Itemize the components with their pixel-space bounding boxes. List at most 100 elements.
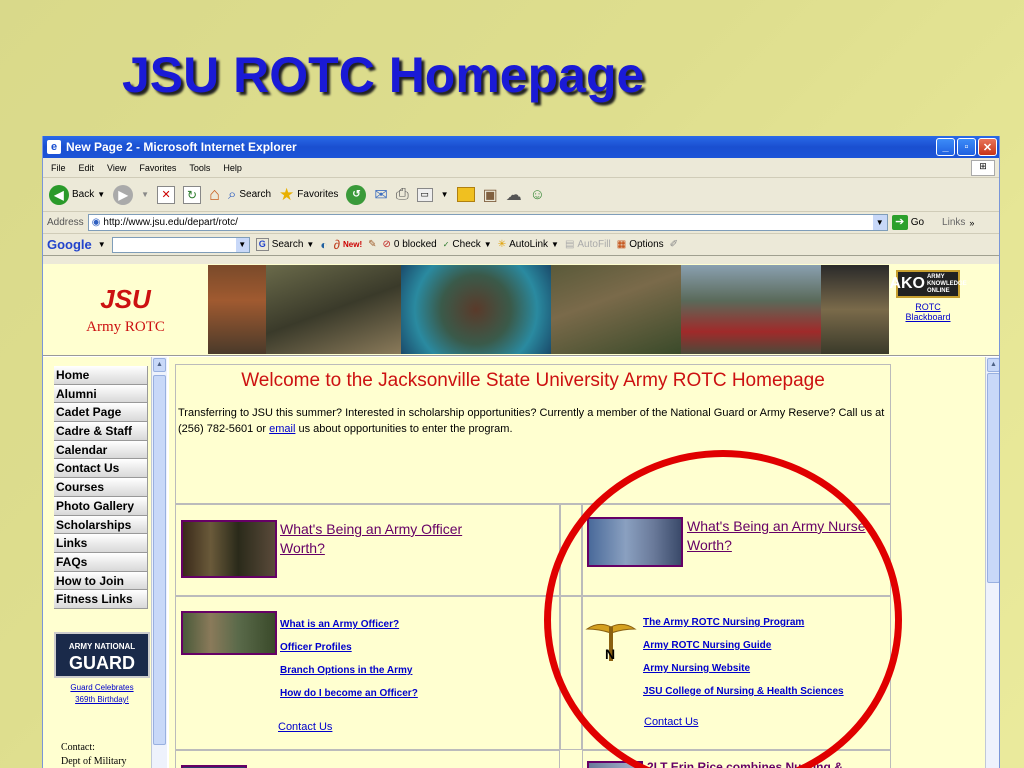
address-input[interactable]: ◉ http://www.jsu.edu/depart/rotc/ ▼ — [87, 214, 888, 231]
officer-link-branch[interactable]: Branch Options in the Army — [280, 665, 418, 676]
home-icon[interactable]: ⌂ — [209, 184, 220, 205]
pencil-icon[interactable]: ✐ — [670, 239, 678, 250]
chevron-down-icon[interactable]: ▼ — [872, 215, 887, 230]
nursing-link-guide[interactable]: Army ROTC Nursing Guide — [643, 640, 844, 651]
menu-tools[interactable]: Tools — [189, 163, 210, 173]
search-button[interactable]: ⌕ Search — [228, 186, 271, 203]
options-button[interactable]: ▦ Options — [617, 239, 664, 250]
research-icon[interactable]: ▣ — [483, 185, 498, 205]
mail-icon[interactable]: ✉ — [374, 185, 387, 205]
chevron-down-icon[interactable]: ▼ — [98, 240, 106, 249]
officer-link-how[interactable]: How do I become an Officer? — [280, 688, 418, 699]
national-guard-logo[interactable]: ARMY NATIONAL GUARD — [54, 632, 150, 678]
popup-blocker-button[interactable]: ⊘ 0 blocked — [383, 239, 437, 250]
chevron-down-icon[interactable]: ▼ — [235, 237, 249, 252]
left-scrollbar[interactable]: ▲ — [151, 357, 167, 768]
nav-item-faqs[interactable]: FAQs — [54, 552, 148, 572]
officer-link-profiles[interactable]: Officer Profiles — [280, 642, 418, 653]
nurses-photo[interactable] — [587, 517, 683, 567]
google-logo[interactable]: Google — [47, 237, 92, 252]
nav-item-photo-gallery[interactable]: Photo Gallery — [54, 496, 148, 516]
forward-button[interactable]: ▶ — [113, 184, 134, 205]
pagerank-icon[interactable]: ◐ — [320, 238, 327, 252]
news-icon: ∂ — [333, 237, 340, 252]
go-button[interactable]: ➔ Go — [891, 215, 924, 230]
refresh-icon[interactable]: ↻ — [183, 185, 202, 204]
chevron-down-icon: ▼ — [551, 240, 559, 249]
edit-icon[interactable]: ▭ — [416, 187, 433, 202]
nurse-worth-link[interactable]: What's Being an Army Nurse Worth? — [687, 518, 866, 553]
messenger-icon[interactable]: ☁ — [506, 185, 522, 205]
nav-item-home[interactable]: Home — [54, 366, 148, 385]
nursing-link-college[interactable]: JSU College of Nursing & Health Sciences — [643, 686, 844, 697]
menu-view[interactable]: View — [107, 163, 126, 173]
scroll-up-arrow-icon[interactable]: ▲ — [153, 358, 166, 372]
officer-worth-link[interactable]: What's Being an Army Officer Worth? — [280, 521, 462, 556]
bottom-right-cell: 2LT Erin Rice combines Nursing & — [582, 750, 891, 768]
check-label: Check — [452, 239, 481, 250]
nav-item-how-to-join[interactable]: How to Join — [54, 571, 148, 591]
officer-contact-link[interactable]: Contact Us — [278, 721, 332, 733]
highlight-icon[interactable]: ✎ — [368, 239, 376, 250]
menu-favorites[interactable]: Favorites — [139, 163, 176, 173]
chevron-right-icon[interactable]: » — [969, 218, 974, 228]
guard-box: ARMY NATIONAL GUARD Guard Celebrates 369… — [54, 632, 150, 706]
search-label: Search — [239, 189, 272, 200]
print-icon[interactable]: ⎙ — [396, 186, 409, 204]
nurse-worth-cell: What's Being an Army Nurse Worth? — [582, 504, 891, 596]
rotc-blackboard-link[interactable]: ROTC Blackboard — [895, 302, 961, 322]
nav-item-calendar[interactable]: Calendar — [54, 440, 148, 460]
email-link[interactable]: email — [269, 423, 295, 435]
chevron-down-icon: ▼ — [141, 190, 150, 199]
google-search-input[interactable]: ▼ — [111, 236, 250, 253]
officer-photo[interactable] — [181, 611, 277, 655]
jsu-logo[interactable]: JSU Army ROTC — [43, 264, 208, 356]
stop-icon[interactable]: ✕ — [157, 185, 176, 204]
nav-item-cadre-staff[interactable]: Cadre & Staff — [54, 422, 148, 441]
erin-rice-link[interactable]: 2LT Erin Rice combines Nursing & — [647, 760, 843, 768]
scroll-thumb[interactable] — [153, 375, 166, 745]
history-icon[interactable]: ↺ — [346, 184, 367, 205]
contacts-icon[interactable]: ☺ — [530, 186, 545, 203]
nursing-contact-link[interactable]: Contact Us — [644, 716, 698, 728]
soldiers-photo — [266, 265, 401, 354]
blocked-label: 0 blocked — [393, 239, 437, 250]
google-search-label: Search — [271, 239, 304, 250]
nav-item-courses[interactable]: Courses — [54, 478, 148, 497]
options-label: Options — [629, 239, 664, 250]
nav-item-scholarships[interactable]: Scholarships — [54, 515, 148, 535]
nav-item-links[interactable]: Links — [54, 534, 148, 553]
menu-edit[interactable]: Edit — [79, 163, 95, 173]
ako-logo[interactable]: AKO ARMY KNOWLEDGE ONLINE — [889, 270, 967, 298]
nav-item-fitness-links[interactable]: Fitness Links — [54, 590, 148, 609]
officer-link-what-is[interactable]: What is an Army Officer? — [280, 619, 418, 630]
nursing-link-website[interactable]: Army Nursing Website — [643, 663, 844, 674]
nav-item-cadet-page[interactable]: Cadet Page — [54, 403, 148, 423]
autolink-button[interactable]: ✳ AutoLink ▼ — [498, 239, 559, 250]
nav-item-alumni[interactable]: Alumni — [54, 384, 148, 404]
close-button[interactable]: ✕ — [978, 138, 997, 156]
new-button[interactable]: ∂ New! — [334, 237, 363, 252]
main-scrollbar[interactable]: ▲ — [985, 357, 999, 768]
spellcheck-icon: ✓ — [442, 240, 450, 249]
guard-birthday-link[interactable]: Guard Celebrates 369th Birthday! — [67, 682, 137, 706]
autofill-button[interactable]: ▤ AutoFill — [565, 239, 611, 250]
nursing-link-program[interactable]: The Army ROTC Nursing Program — [643, 617, 844, 628]
nav-item-contact-us[interactable]: Contact Us — [54, 459, 148, 479]
folder-icon[interactable] — [456, 187, 475, 202]
erin-rice-photo[interactable] — [587, 761, 643, 768]
menu-file[interactable]: File — [51, 163, 66, 173]
welcome-box: Welcome to the Jacksonville State Univer… — [175, 364, 891, 504]
minimize-button[interactable]: _ — [936, 138, 955, 156]
back-button[interactable]: ◀ Back ▼ — [49, 184, 105, 205]
favorites-button[interactable]: ★ Favorites — [279, 185, 338, 205]
links-button[interactable]: Links — [942, 217, 965, 228]
search-icon: ⌕ — [227, 186, 237, 203]
maximize-button[interactable]: ▫ — [957, 138, 976, 156]
menu-help[interactable]: Help — [223, 163, 242, 173]
spellcheck-button[interactable]: ✓ Check ▼ — [443, 239, 492, 250]
scroll-up-arrow-icon[interactable]: ▲ — [987, 358, 999, 372]
officers-photo[interactable] — [181, 520, 277, 578]
scroll-thumb[interactable] — [987, 373, 999, 583]
google-search-button[interactable]: G Search ▼ — [255, 238, 314, 251]
